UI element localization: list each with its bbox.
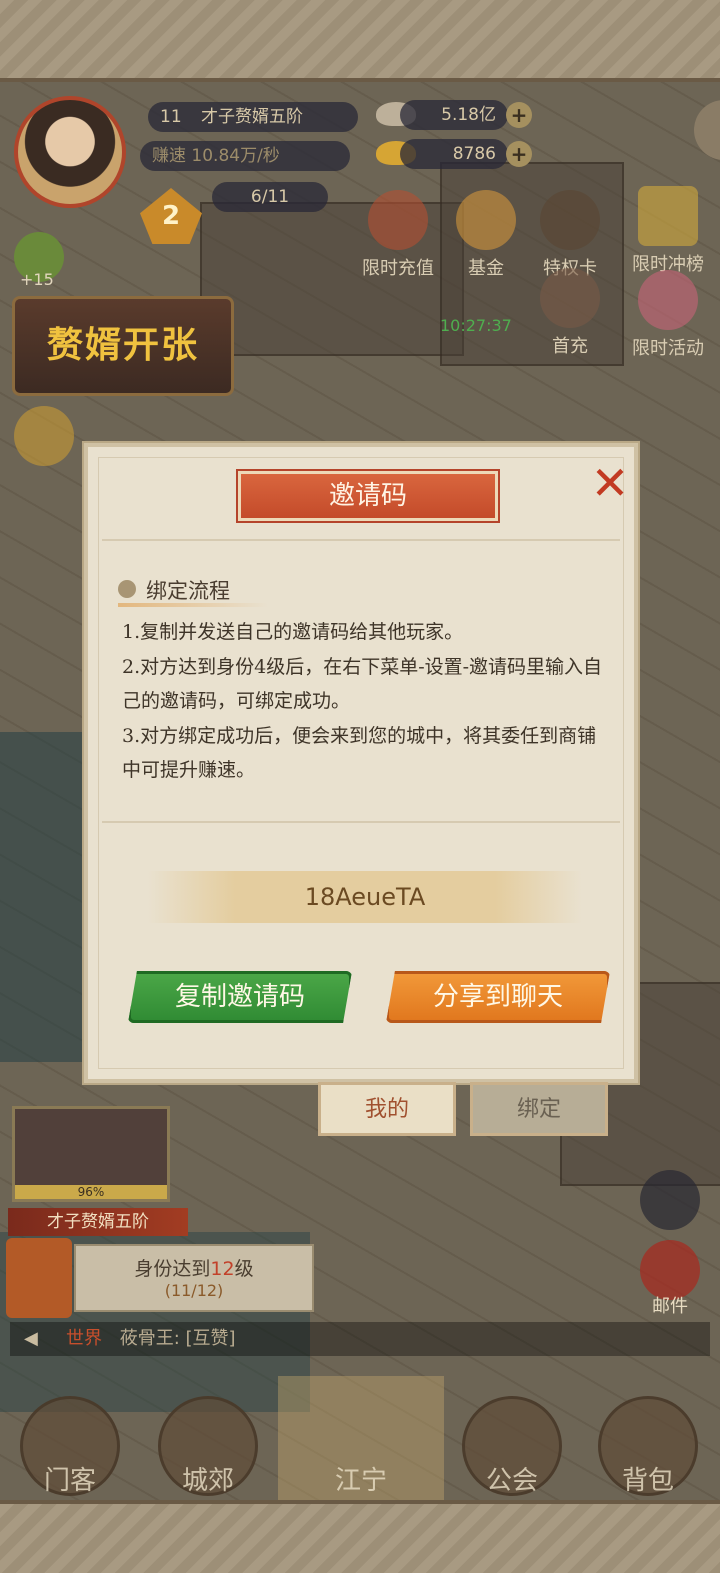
- feature-label: 限时活动: [632, 338, 704, 359]
- card-icon: [540, 190, 600, 250]
- level-title-pill: 11 才子赘婿五阶: [148, 102, 358, 132]
- gold-bars-icon[interactable]: [14, 406, 74, 466]
- bullet-icon: [118, 580, 136, 598]
- quest-progress: (11/12): [164, 1281, 224, 1300]
- instruction-step-2: 2.对方达到身份4级后，在右下菜单-设置-邀请码里输入自己的邀请码，可绑定成功。: [122, 656, 603, 712]
- section-label-text: 绑定流程: [146, 579, 230, 603]
- dialog-title: 邀请码: [238, 471, 498, 521]
- stamina-value: 6/11: [250, 187, 290, 207]
- banner-text: 赘婿开张: [46, 325, 199, 366]
- nav-label-backpack: 背包: [621, 1466, 674, 1496]
- feature-privilege-card[interactable]: 特权卡: [528, 190, 612, 280]
- earn-value: 10.84万/秒: [191, 146, 280, 166]
- quest-line: 身份达到12级: [76, 1254, 312, 1281]
- gift-icon: [368, 190, 428, 250]
- grid-menu-icon[interactable]: [640, 1170, 700, 1230]
- player-avatar[interactable]: [14, 96, 126, 208]
- quest-level: 12: [210, 1258, 235, 1280]
- countdown-timer: 10:27:37: [440, 316, 512, 335]
- feature-label: 基金: [468, 258, 504, 279]
- character-icon: [540, 268, 600, 328]
- divider: [102, 539, 620, 541]
- top-frame: [0, 0, 720, 82]
- copy-invite-code-button[interactable]: 复制邀请码: [128, 971, 352, 1023]
- close-icon[interactable]: ✕: [588, 460, 632, 506]
- mail-label: 邮件: [652, 1296, 688, 1317]
- feature-label: 首充: [552, 336, 588, 357]
- like-count: +15: [20, 270, 54, 289]
- earn-speed-pill: 赚速 10.84万/秒: [140, 141, 350, 171]
- trophy-icon: [638, 186, 698, 246]
- section-underline: [118, 603, 268, 607]
- mail-icon[interactable]: [640, 1240, 700, 1300]
- gold-amount: 8786: [400, 139, 508, 169]
- speaker-icon: ◀: [24, 1328, 38, 1349]
- character-portrait[interactable]: 96%: [12, 1106, 170, 1202]
- share-to-chat-button[interactable]: 分享到聊天: [386, 971, 610, 1023]
- tab-mine[interactable]: 我的: [318, 1082, 456, 1136]
- piggy-icon: [456, 190, 516, 250]
- feature-limited-rank[interactable]: 限时冲榜: [626, 186, 710, 276]
- player-title: 才子赘婿五阶: [201, 107, 304, 127]
- rank-ribbon: 才子赘婿五阶: [8, 1208, 188, 1236]
- add-silver-button[interactable]: +: [506, 102, 532, 128]
- divider: [102, 821, 620, 823]
- quest-book-icon[interactable]: [6, 1238, 72, 1318]
- silver-amount: 5.18亿: [400, 100, 508, 130]
- add-gold-button[interactable]: +: [506, 141, 532, 167]
- quest-text-suffix: 级: [234, 1258, 254, 1280]
- invite-code-display: 18AeueTA: [148, 871, 582, 923]
- feature-first-charge[interactable]: 首充: [528, 268, 612, 358]
- instruction-step-1: 1.复制并发送自己的邀请码给其他玩家。: [122, 621, 464, 643]
- section-label: 绑定流程: [118, 575, 230, 605]
- feature-limited-event[interactable]: 限时活动: [626, 270, 710, 360]
- event-banner[interactable]: 赘婿开张: [12, 296, 234, 396]
- feature-fund[interactable]: 基金: [444, 190, 528, 280]
- tab-bind[interactable]: 绑定: [470, 1082, 608, 1136]
- nav-label-jiangning: 江宁: [334, 1466, 387, 1496]
- quest-text: 身份达到: [134, 1258, 211, 1280]
- quest-panel[interactable]: 身份达到12级 (11/12): [74, 1244, 314, 1312]
- feature-label: 限时充值: [362, 258, 434, 279]
- earn-label: 赚速: [152, 146, 186, 166]
- world-chat-bar[interactable]: ◀ 世界 莜骨王: [互赞]: [10, 1322, 710, 1356]
- invite-code-dialog: 邀请码 ✕ 绑定流程 1.复制并发送自己的邀请码给其他玩家。 2.对方达到身份4…: [84, 443, 638, 1083]
- feature-limited-recharge[interactable]: 限时充值: [356, 190, 440, 280]
- chat-channel: 世界: [66, 1328, 102, 1349]
- stamina-pill: 6/11: [212, 182, 328, 212]
- balloon-icon: [638, 270, 698, 330]
- bottom-frame: [0, 1500, 720, 1573]
- nav-label-guild: 公会: [485, 1466, 538, 1496]
- player-level: 11: [160, 107, 182, 127]
- portrait-progress: 96%: [15, 1185, 167, 1199]
- chat-message: 莜骨王: [互赞]: [119, 1328, 236, 1349]
- nav-label-retainers: 门客: [43, 1466, 96, 1496]
- instruction-step-3: 3.对方绑定成功后，便会来到您的城中，将其委任到商铺中可提升赚速。: [122, 725, 597, 781]
- nav-label-suburbs: 城郊: [181, 1466, 234, 1496]
- vip-level: 2: [161, 201, 181, 231]
